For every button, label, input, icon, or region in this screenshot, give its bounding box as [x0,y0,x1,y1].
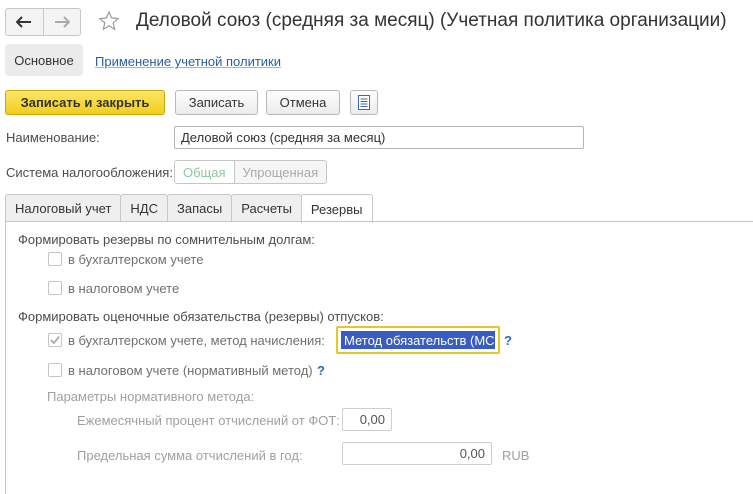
document-icon [358,95,370,110]
vacation-accounting-checkbox[interactable] [48,333,62,347]
section-tab-main[interactable]: Основное [5,44,83,76]
tab-settlements[interactable]: Расчеты [231,194,302,222]
tab-inventory[interactable]: Запасы [167,194,233,222]
monthly-percent-label: Ежемесячный процент отчислений от ФОТ: [77,413,340,428]
forward-button[interactable] [42,9,80,35]
tax-system-option-general[interactable]: Общая [175,161,234,183]
tax-system-option-simplified[interactable]: Упрощенная [233,161,327,183]
monthly-percent-field[interactable]: 0,00 [342,408,392,431]
report-button[interactable] [350,90,378,115]
doubtful-accounting-label: в бухгалтерском учете [68,252,204,267]
tab-vat[interactable]: НДС [120,194,169,222]
accrual-method-field[interactable]: Метод обязательств (МСФ [336,326,500,354]
tab-divider [5,221,753,222]
vacation-tax-help-icon[interactable]: ? [317,363,325,378]
doubtful-accounting-checkbox[interactable] [48,252,62,266]
name-label: Наименование: [6,130,100,145]
accrual-method-help-icon[interactable]: ? [504,333,512,348]
panel-border [5,221,6,494]
tab-bar: Налоговый учет НДС Запасы Расчеты Резерв… [5,194,373,223]
star-icon [98,10,120,31]
vacation-tax-checkbox[interactable] [48,363,62,377]
name-field[interactable]: Деловой союз (средняя за месяц) [174,126,584,149]
cancel-button[interactable]: Отмена [266,90,340,115]
arrow-left-icon [16,16,32,28]
checkmark-icon [50,335,60,345]
vacation-accounting-label: в бухгалтерском учете, метод начисления: [68,333,325,348]
arrow-right-icon [54,16,70,28]
vacation-tax-label: в налоговом учете (нормативный метод) [68,363,313,378]
tab-tax-accounting[interactable]: Налоговый учет [5,194,122,222]
favorite-button[interactable] [96,8,122,34]
annual-limit-field[interactable]: 0,00 [342,442,492,465]
tab-reserves[interactable]: Резервы [300,194,373,223]
tax-system-switch: Общая Упрощенная [174,160,328,184]
normative-params-heading: Параметры нормативного метода: [47,389,255,404]
annual-limit-label: Предельная сумма отчислений в год: [77,448,303,463]
section-tab-policy-application[interactable]: Применение учетной политики [95,54,281,69]
window-title: Деловой союз (средняя за месяц) (Учетная… [136,10,727,31]
doubtful-debts-heading: Формировать резервы по сомнительным долг… [18,232,315,247]
tax-system-label: Система налогообложения: [6,165,173,180]
currency-label: RUB [502,448,530,463]
save-and-close-button[interactable]: Записать и закрыть [5,90,165,115]
accrual-method-value: Метод обязательств (МСФ [341,331,495,349]
doubtful-tax-label: в налоговом учете [68,281,180,296]
save-button[interactable]: Записать [175,90,258,115]
navigation-buttons [5,8,81,36]
vacation-reserves-heading: Формировать оценочные обязательства (рез… [18,309,384,324]
doubtful-tax-checkbox[interactable] [48,281,62,295]
back-button[interactable] [6,9,43,35]
